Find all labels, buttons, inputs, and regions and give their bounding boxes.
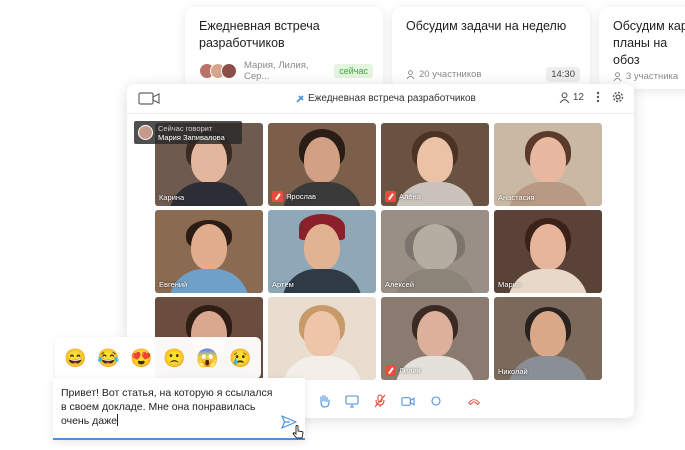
participants-icon <box>613 72 622 81</box>
mic-off-icon <box>272 191 283 202</box>
record-button[interactable] <box>429 394 443 408</box>
conference-title-text: Ежедневная встреча разработчиков <box>308 93 476 104</box>
participant-name: Николай <box>498 367 528 376</box>
participant-name: Анастасия <box>498 193 535 202</box>
chat-input-panel[interactable]: Привет! Вот статья, на которую я ссылалс… <box>53 378 305 440</box>
avatar <box>138 125 153 140</box>
video-tile[interactable]: Лилия <box>381 297 489 380</box>
microphone-button[interactable] <box>373 394 387 408</box>
emoji-heart-eyes[interactable]: 😍 <box>130 348 152 368</box>
gear-icon[interactable] <box>612 91 624 103</box>
participant-name: Алексей <box>385 280 415 289</box>
chat-message-text: Привет! Вот статья, на которую я ссылалс… <box>61 387 273 427</box>
avatar <box>221 63 237 79</box>
participant-avatars <box>199 63 237 79</box>
video-tile[interactable]: Николай <box>494 297 602 380</box>
window-header: Ежедневная встреча разработчиков 12 <box>127 84 634 114</box>
meeting-card-title: Обсудим карь планы на обоз <box>613 19 685 67</box>
text-caret <box>116 414 118 426</box>
screen-share-button[interactable] <box>345 394 359 408</box>
time-badge: 14:30 <box>546 67 580 82</box>
emoji-grinning[interactable]: 😄 <box>64 348 86 368</box>
participants-icon <box>406 70 415 79</box>
video-tile[interactable]: Артём <box>268 210 376 293</box>
phone-hangup-icon <box>468 399 480 406</box>
meeting-card-1[interactable]: Ежедневная встреча разработчиков Мария, … <box>185 7 383 89</box>
participant-name: Карина <box>159 193 185 202</box>
emoji-cry[interactable]: 😢 <box>229 348 251 368</box>
mic-off-icon <box>385 191 396 202</box>
raise-hand-button[interactable] <box>317 394 331 408</box>
conference-title: Ежедневная встреча разработчиков <box>295 93 476 104</box>
video-tile[interactable]: Ярослав <box>268 123 376 206</box>
video-button[interactable] <box>401 394 415 408</box>
participant-name: Алёна <box>399 192 421 201</box>
mic-muted-icon <box>374 394 386 408</box>
emoji-frown[interactable]: 🙁 <box>163 348 185 368</box>
mouse-cursor-icon <box>292 425 304 439</box>
participant-name: Евгений <box>159 280 188 289</box>
more-menu-icon[interactable] <box>596 91 600 103</box>
participant-name: Лилия <box>399 366 421 375</box>
chat-message-input[interactable]: Привет! Вот статья, на которую я ссылалс… <box>61 387 273 429</box>
participant-name: Артём <box>272 280 294 289</box>
meeting-card-2[interactable]: Обсудим задачи на неделю 20 участников 1… <box>392 7 590 89</box>
call-toolbar <box>317 394 481 408</box>
current-speaker-label: Сейчас говорит Мария Запивалова <box>134 121 242 144</box>
screen-icon <box>345 394 359 408</box>
meeting-card-title: Обсудим задачи на неделю <box>406 19 567 33</box>
video-tile[interactable]: Евгений <box>155 210 263 293</box>
mic-off-icon <box>385 365 396 376</box>
hand-icon <box>319 394 330 408</box>
video-tile[interactable]: Алексей <box>381 210 489 293</box>
participant-count: 12 <box>572 91 584 103</box>
record-icon <box>431 396 441 406</box>
participants-counter[interactable]: 12 <box>559 92 584 103</box>
participants-text: Мария, Лилия, Сер... <box>244 60 309 82</box>
participants-text: 20 участников <box>419 69 482 80</box>
meeting-card-title: Ежедневная встреча разработчиков <box>199 19 320 50</box>
video-tile[interactable] <box>268 297 376 380</box>
hang-up-button[interactable] <box>467 394 481 408</box>
emoji-joy[interactable]: 😂 <box>97 348 119 368</box>
video-tile[interactable]: Мария <box>494 210 602 293</box>
status-badge: сейчас <box>334 64 373 78</box>
participants-text: 3 участника <box>626 71 679 82</box>
video-tile[interactable]: Алёна <box>381 123 489 206</box>
camera-icon[interactable] <box>138 91 160 106</box>
participant-name: Мария <box>498 280 521 289</box>
participant-name: Ярослав <box>286 192 317 201</box>
video-tile[interactable]: Анастасия <box>494 123 602 206</box>
emoji-bar: 😄 😂 😍 🙁 😱 😢 <box>55 337 261 379</box>
meeting-card-3[interactable]: Обсудим карь планы на обоз 3 участника <box>599 7 685 89</box>
emoji-scream[interactable]: 😱 <box>196 348 218 368</box>
speaker-name: Мария Запивалова <box>158 132 225 142</box>
video-camera-icon <box>401 396 415 406</box>
pin-icon <box>296 94 304 103</box>
speaker-label: Сейчас говорит <box>158 123 213 133</box>
participants-icon <box>559 91 570 103</box>
